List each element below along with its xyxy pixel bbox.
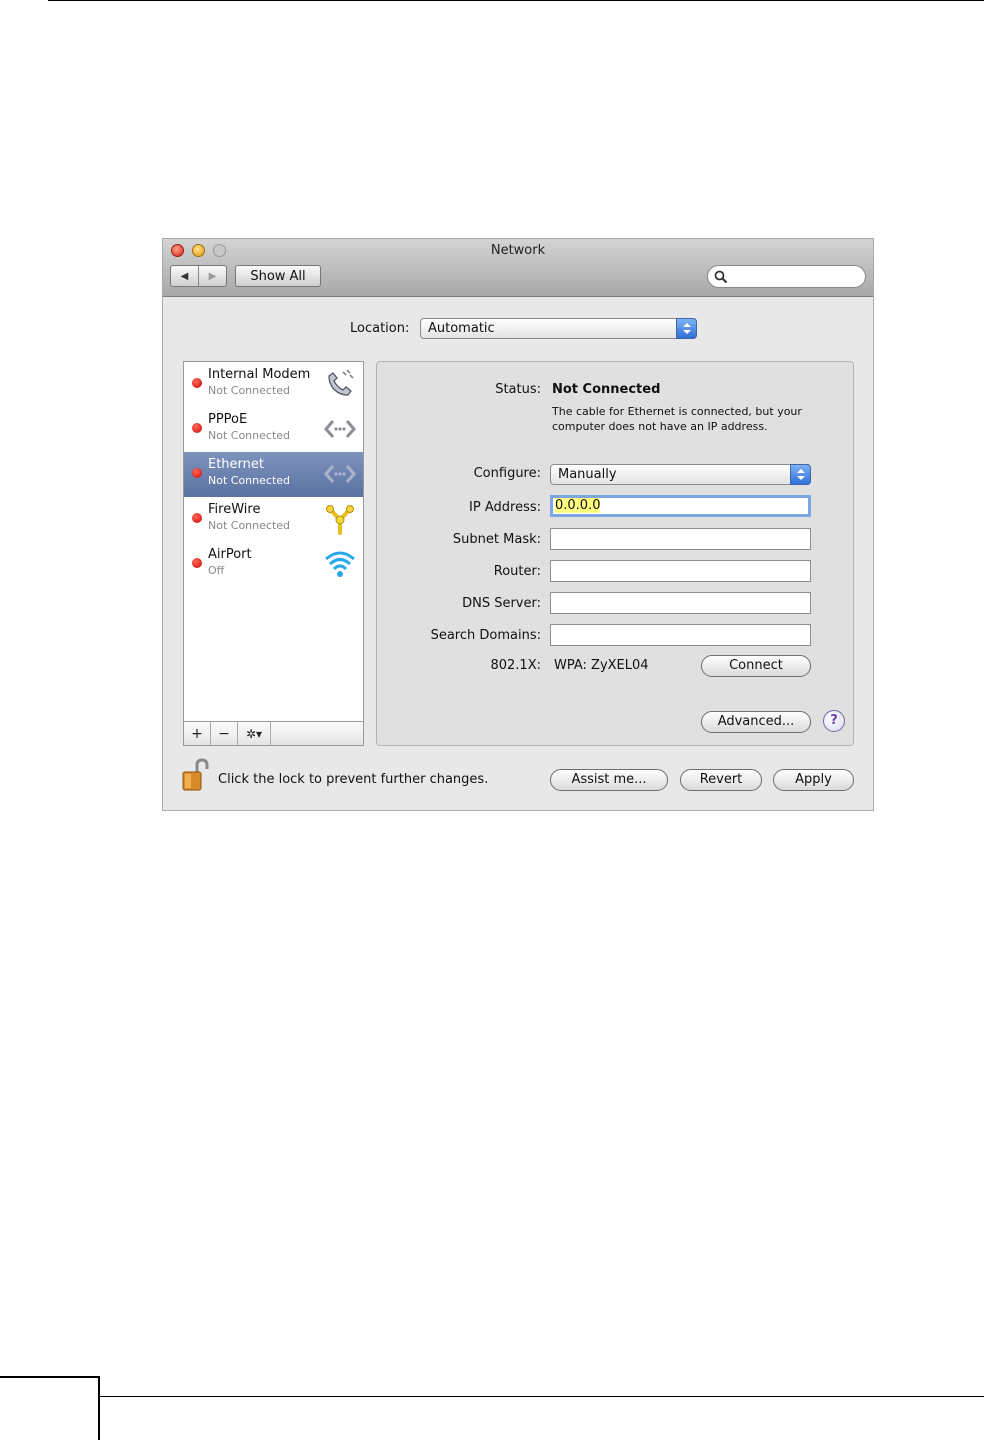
configure-value: Manually xyxy=(558,467,617,482)
forward-button[interactable]: ▶ xyxy=(198,266,226,286)
gear-icon[interactable]: ✲▾ xyxy=(238,722,271,745)
lock-icon[interactable] xyxy=(181,758,211,792)
location-label: Location: xyxy=(350,321,410,336)
router-field[interactable] xyxy=(550,560,811,582)
popup-arrows-icon xyxy=(790,464,811,485)
service-name: FireWire xyxy=(208,502,261,517)
dns-server-label: DNS Server: xyxy=(462,596,541,611)
dns-server-field[interactable] xyxy=(550,592,811,614)
title-bar: Network ◀ ▶ Show All xyxy=(163,239,873,297)
search-input[interactable] xyxy=(707,265,866,288)
service-item-pppoe[interactable]: PPPoE Not Connected xyxy=(184,407,363,452)
apply-button[interactable]: Apply xyxy=(773,769,854,791)
ethernet-arrows-icon xyxy=(324,420,356,438)
firewire-icon xyxy=(326,505,354,535)
service-name: PPPoE xyxy=(208,412,248,427)
ip-address-label: IP Address: xyxy=(469,500,541,515)
ethernet-detail-panel: Status: Not Connected The cable for Ethe… xyxy=(376,361,854,746)
service-name: AirPort xyxy=(208,547,252,562)
status-label: Status: xyxy=(495,382,541,397)
status-dot-icon xyxy=(192,423,202,433)
status-dot-icon xyxy=(192,378,202,388)
service-status: Not Connected xyxy=(208,519,291,532)
lock-message: Click the lock to prevent further change… xyxy=(218,772,489,787)
page-bottom-rule xyxy=(100,1396,984,1397)
service-item-internal-modem[interactable]: Internal Modem Not Connected xyxy=(184,362,363,407)
service-item-ethernet[interactable]: Ethernet Not Connected xyxy=(184,452,363,497)
help-button[interactable]: ? xyxy=(823,710,845,732)
remove-service-button[interactable]: − xyxy=(211,722,238,745)
search-icon xyxy=(714,270,728,284)
service-list-toolbar: + − ✲▾ xyxy=(183,721,364,746)
network-preferences-window: Network ◀ ▶ Show All Location: Automatic… xyxy=(162,238,874,811)
show-all-button[interactable]: Show All xyxy=(235,265,321,287)
ip-address-field[interactable]: 0.0.0.0 xyxy=(550,495,811,517)
search-domains-label: Search Domains: xyxy=(430,628,541,643)
service-item-firewire[interactable]: FireWire Not Connected xyxy=(184,497,363,542)
status-dot-icon xyxy=(192,513,202,523)
service-list: Internal Modem Not Connected PPPoE Not C… xyxy=(183,361,364,746)
page-top-rule xyxy=(48,0,984,1)
page-number-box xyxy=(0,1376,100,1440)
ip-address-value: 0.0.0.0 xyxy=(555,498,601,513)
service-item-airport[interactable]: AirPort Off xyxy=(184,542,363,587)
service-status: Not Connected xyxy=(208,429,291,442)
location-value: Automatic xyxy=(428,321,495,336)
search-domains-field[interactable] xyxy=(550,624,811,646)
revert-button[interactable]: Revert xyxy=(680,769,762,791)
assist-me-button[interactable]: Assist me... xyxy=(550,769,668,791)
modem-phone-icon xyxy=(328,369,354,396)
connect-button[interactable]: Connect xyxy=(701,655,811,677)
status-dot-icon xyxy=(192,468,202,478)
dot1x-value: WPA: ZyXEL04 xyxy=(554,658,649,673)
configure-label: Configure: xyxy=(473,466,541,481)
advanced-button[interactable]: Advanced... xyxy=(701,711,811,733)
location-popup[interactable]: Automatic xyxy=(420,318,697,339)
configure-popup[interactable]: Manually xyxy=(550,464,811,485)
subnet-mask-label: Subnet Mask: xyxy=(452,532,541,547)
subnet-mask-field[interactable] xyxy=(550,528,811,550)
back-button[interactable]: ◀ xyxy=(171,266,198,286)
wifi-icon xyxy=(325,551,355,577)
ethernet-arrows-icon xyxy=(324,465,356,483)
status-description: The cable for Ethernet is connected, but… xyxy=(552,405,802,433)
service-status: Not Connected xyxy=(208,384,291,397)
service-name: Internal Modem xyxy=(208,367,311,382)
service-name: Ethernet xyxy=(208,457,264,472)
dot1x-label: 802.1X: xyxy=(490,658,541,673)
router-label: Router: xyxy=(493,564,541,579)
back-forward-control: ◀ ▶ xyxy=(170,265,227,287)
service-status: Off xyxy=(208,564,225,577)
add-service-button[interactable]: + xyxy=(184,722,211,745)
status-dot-icon xyxy=(192,558,202,568)
service-status: Not Connected xyxy=(208,474,291,487)
window-title: Network xyxy=(490,243,546,258)
popup-arrows-icon xyxy=(676,318,697,339)
status-value: Not Connected xyxy=(552,382,661,397)
